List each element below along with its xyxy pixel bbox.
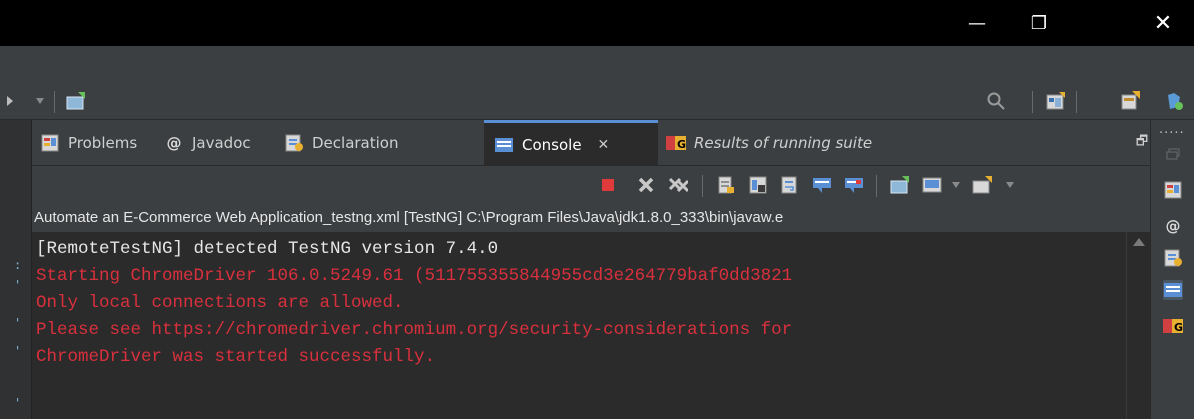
tab-declaration[interactable]: Declaration [284,120,398,166]
open-perspective-icon[interactable] [1046,91,1066,111]
svg-text:G: G [1174,321,1183,334]
console-icon [494,135,514,155]
console-vertical-scrollbar[interactable] [1126,232,1150,419]
chevron-down-icon[interactable] [1000,175,1020,195]
word-wrap-icon[interactable] [780,175,800,195]
right-trim-stack: ····· @ G [1150,120,1194,419]
close-icon[interactable]: ✕ [598,137,610,153]
remove-all-terminated-icon[interactable] [668,175,688,195]
open-console-icon[interactable] [972,175,992,195]
toolbar-separator [1076,91,1077,113]
new-console-icon[interactable] [66,91,86,111]
javadoc-icon[interactable]: @ [1163,216,1183,236]
declaration-icon [284,133,304,153]
console-line: Starting ChromeDriver 106.0.5249.61 (511… [36,266,793,286]
svg-text:G: G [677,138,686,151]
view-tab-bar: Problems @ Javadoc Declaration Console ✕… [32,120,1150,166]
chevron-down-icon[interactable] [30,91,50,111]
editor-marker: ' [14,344,22,358]
console-line: [RemoteTestNG] detected TestNG version 7… [36,239,499,259]
testng-icon: G [666,133,686,153]
console-toolbar [32,166,1150,204]
pin-console-icon[interactable] [890,175,910,195]
more-icon[interactable]: ····· [1159,126,1185,141]
debug-perspective-icon[interactable] [1164,91,1184,111]
console-line: ChromeDriver was started successfully. [36,347,436,367]
editor-marker: : [14,258,22,272]
display-selected-console-icon[interactable] [922,175,942,195]
tab-results-of-running-suite[interactable]: G Results of running suite [666,120,872,166]
console-line: Please see https://chromedriver.chromium… [36,320,793,340]
toolbar-separator [876,175,877,197]
chevron-down-icon[interactable] [946,175,966,195]
editor-left-strip: : ' ' ' ' [0,120,32,419]
problems-icon [40,133,60,153]
console-output[interactable]: [RemoteTestNG] detected TestNG version 7… [32,232,1126,419]
restore-icon[interactable] [1163,144,1183,164]
maximize-icon: ❐ [1030,12,1048,34]
tab-javadoc[interactable]: @ Javadoc [164,120,251,166]
javadoc-icon: @ [166,134,182,152]
problems-icon[interactable] [1163,180,1183,200]
declaration-icon[interactable] [1163,248,1183,268]
run-dropdown-arrow-icon[interactable] [0,91,20,111]
terminate-icon[interactable] [598,175,618,195]
show-on-stdout-icon[interactable] [812,175,832,195]
maximize-view-icon[interactable]: 🗗 [1132,134,1152,152]
editor-marker: ' [14,396,22,410]
console-icon[interactable] [1163,280,1183,300]
close-icon: ✕ [1153,10,1173,36]
console-description: Automate an E-Commerce Web Application_t… [32,204,1150,232]
java-perspective-icon[interactable] [1120,91,1140,111]
toolbar-separator [54,91,55,113]
close-window-button[interactable]: ✕ [1132,0,1194,46]
search-icon[interactable] [986,91,1006,111]
toolbar-separator [1032,91,1033,113]
editor-marker: ' [14,316,22,330]
menu-strip [0,46,1194,82]
tab-console[interactable]: Console ✕ [484,120,658,166]
scroll-lock-icon[interactable] [748,175,768,195]
maximize-button[interactable]: ❐ [1008,0,1070,46]
minimize-button[interactable]: — [946,0,1008,46]
window-title-bar: — ❐ ✕ [0,0,1194,46]
tab-problems[interactable]: Problems [40,120,137,166]
main-toolbar [0,82,1194,120]
clear-console-icon[interactable] [716,175,736,195]
editor-marker: ' [14,278,22,292]
remove-launch-icon[interactable] [636,175,656,195]
console-line: Only local connections are allowed. [36,293,404,313]
testng-icon[interactable]: G [1163,316,1183,336]
show-on-stderr-icon[interactable] [844,175,864,195]
toolbar-separator [702,175,703,197]
minimize-icon: — [968,12,986,34]
scroll-up-icon[interactable] [1133,238,1145,246]
